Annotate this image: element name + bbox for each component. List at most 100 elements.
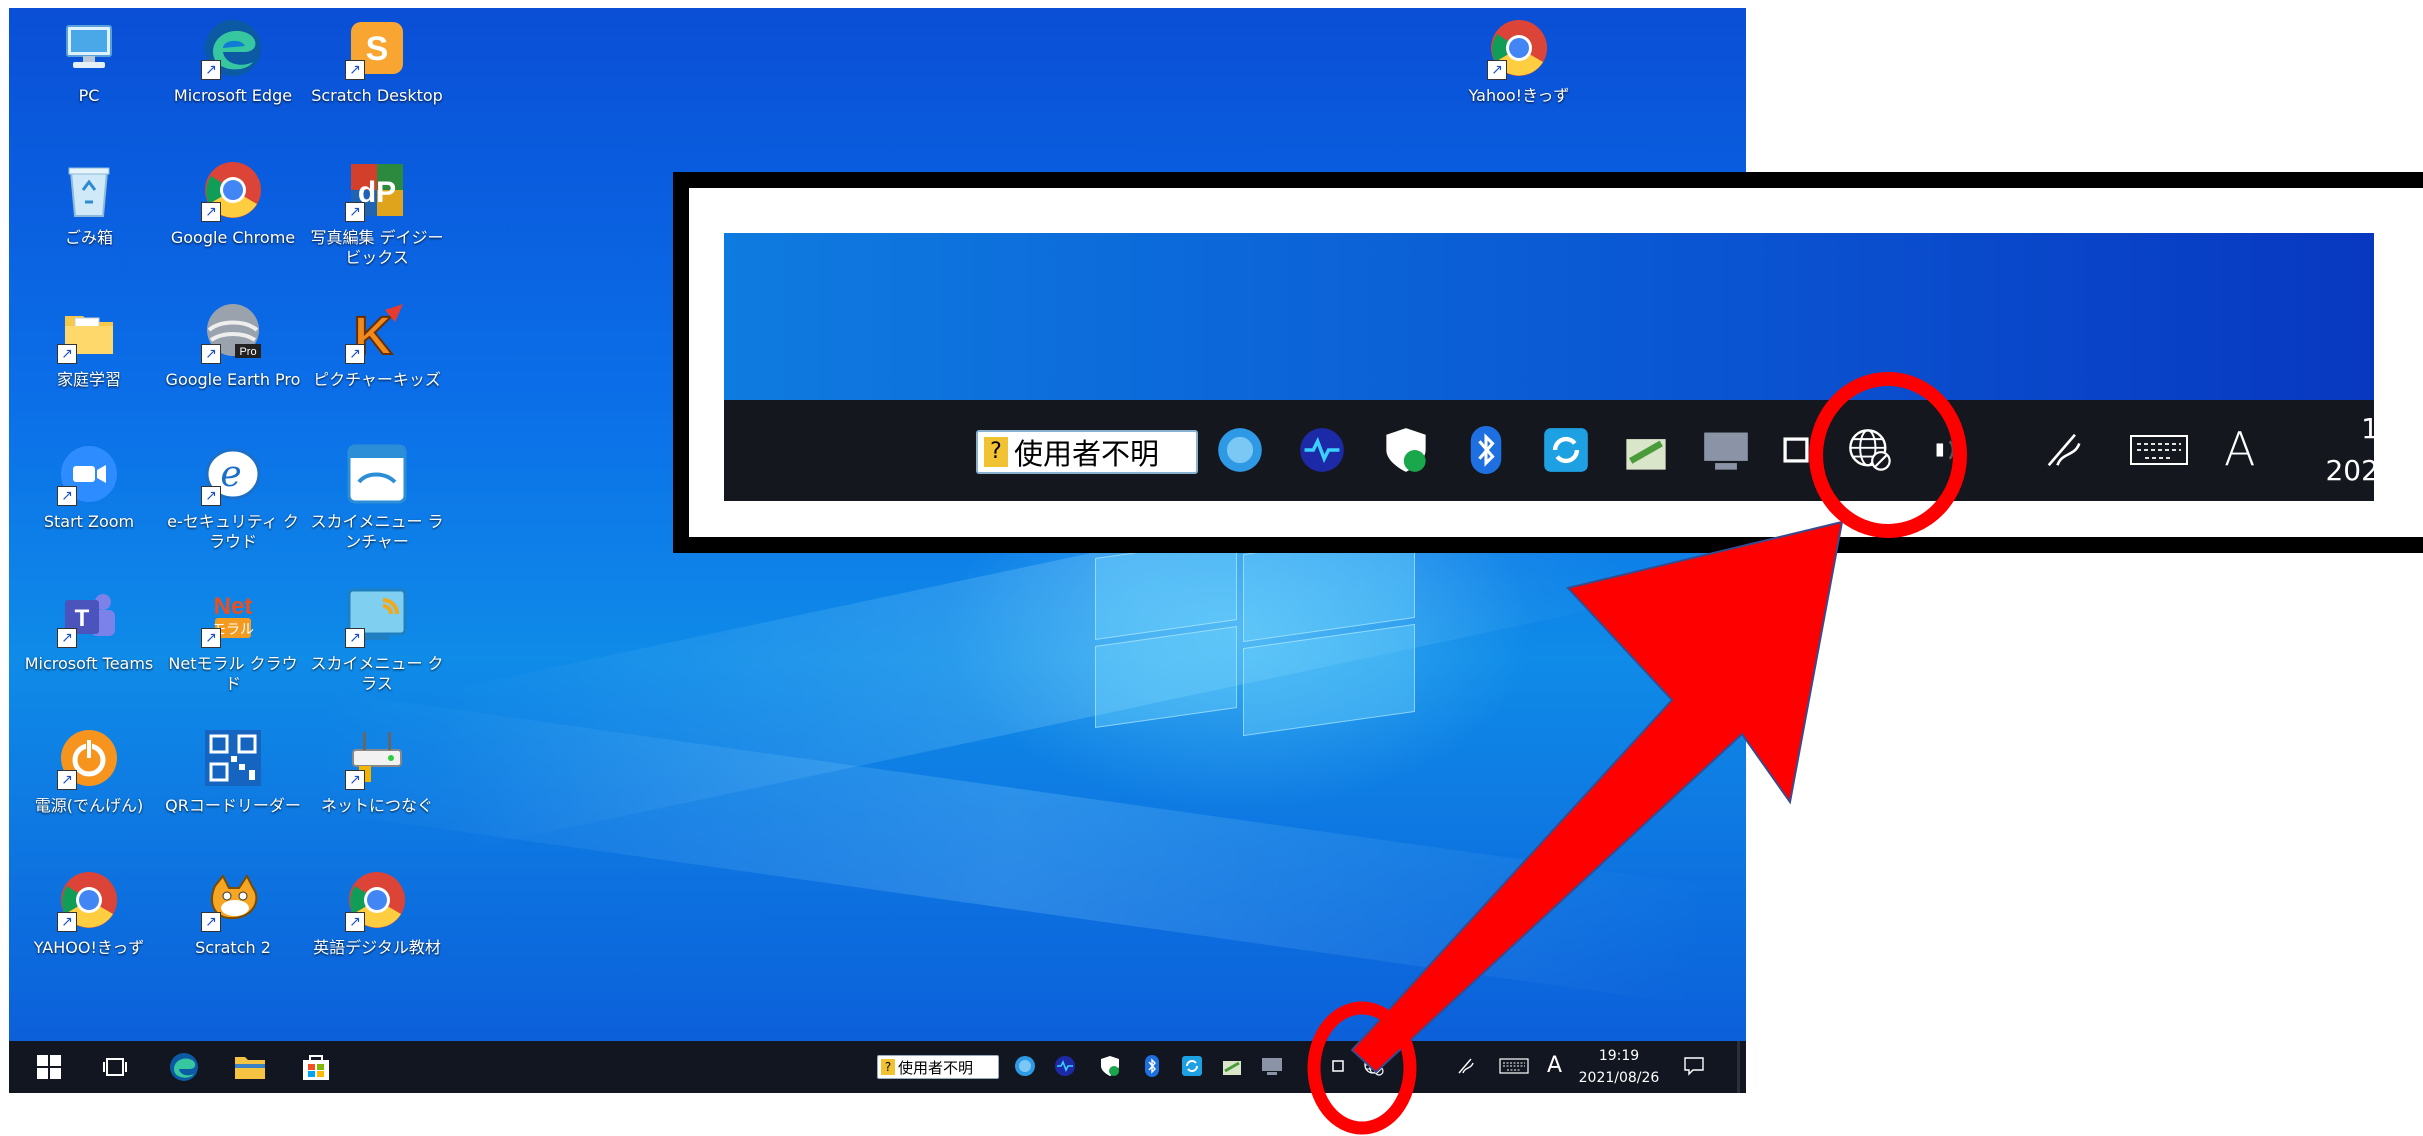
desktop-icon-english-digital[interactable]: ↗ 英語デジタル教材 xyxy=(307,868,447,958)
shortcut-arrow-icon: ↗ xyxy=(57,912,77,932)
network-connect-icon: ↗ xyxy=(345,726,409,790)
start-icon xyxy=(37,1055,61,1079)
ime-status-text: 使用者不明 xyxy=(898,1058,974,1077)
zoom-ime-status[interactable]: ? 使用者不明 xyxy=(976,430,1198,474)
desktop-icon-teams[interactable]: T ↗ Microsoft Teams xyxy=(19,584,159,674)
desktop-icon-skymenu-class[interactable]: ↗ スカイメニュー クラス xyxy=(307,584,447,694)
zoom-input-mode-indicator: A xyxy=(2224,422,2256,476)
zoom-touch-keyboard-icon xyxy=(2129,426,2189,474)
clock-time: 19:19 xyxy=(1598,1048,1640,1064)
pen-icon[interactable] xyxy=(1455,1055,1477,1077)
notification-icon[interactable] xyxy=(1683,1055,1705,1077)
tray-storage-icon[interactable] xyxy=(1221,1055,1243,1077)
tray-white-square-icon[interactable] xyxy=(1327,1055,1349,1077)
svg-text:S: S xyxy=(366,30,389,68)
shortcut-arrow-icon: ↗ xyxy=(345,912,365,932)
pc-icon xyxy=(57,16,121,80)
chrome-icon: ↗ xyxy=(57,868,121,932)
google-earth-icon: Pro ↗ xyxy=(201,300,265,364)
desktop-icon-label: Microsoft Edge xyxy=(173,86,293,105)
zoom-tray-bluetooth-icon xyxy=(1462,426,1510,474)
desktop-icon-recycle-bin[interactable]: ごみ箱 xyxy=(19,158,159,248)
desktop-icon-yahoo-kids[interactable]: ↗ YAHOO!きっず xyxy=(19,868,159,958)
taskbar-edge-button[interactable] xyxy=(159,1041,209,1093)
skymenu-launcher-icon xyxy=(345,442,409,506)
desktop-icon-edge[interactable]: ↗ Microsoft Edge xyxy=(163,16,303,106)
desktop-icon-network-connect[interactable]: ↗ ネットにつなぐ xyxy=(307,726,447,816)
tray-display-icon[interactable] xyxy=(1261,1055,1283,1077)
volume-icon[interactable] xyxy=(1401,1055,1423,1077)
desktop-icon-photo-editor[interactable]: dP ↗ 写真編集 デイジービックス xyxy=(307,158,447,268)
desktop-icon-net-moral[interactable]: Net モラル ↗ Netモラル クラウド xyxy=(163,584,303,694)
zoom-callout: ? 使用者不明 A 19:1 2021/0 xyxy=(673,172,2423,553)
skymenu-class-icon: ↗ xyxy=(345,584,409,648)
svg-text:Net: Net xyxy=(214,593,253,620)
zoom-tray-sync-icon xyxy=(1542,426,1590,474)
desktop-icon-label: 英語デジタル教材 xyxy=(313,938,441,957)
recycle-bin-icon xyxy=(57,158,121,222)
desktop-icon-label: スカイメニュー ランチャー xyxy=(310,512,444,551)
desktop-icon-yahoo-kids-top[interactable]: ↗ Yahoo!きっず xyxy=(1449,16,1589,106)
folder-icon: ↗ xyxy=(57,300,121,364)
desktop-icon-pc[interactable]: PC xyxy=(19,16,159,106)
network-globe-icon[interactable] xyxy=(1363,1055,1385,1077)
qr-reader-icon xyxy=(201,726,265,790)
zoom-ime-status-text: 使用者不明 xyxy=(1014,437,1160,471)
input-mode-indicator[interactable]: A xyxy=(1547,1053,1562,1078)
desktop-icon-home-study[interactable]: ↗ 家庭学習 xyxy=(19,300,159,390)
shortcut-arrow-icon: ↗ xyxy=(201,486,221,506)
chrome-icon: ↗ xyxy=(1487,16,1551,80)
desktop-icon-label: Scratch 2 xyxy=(195,938,271,957)
zoom-icon: ↗ xyxy=(57,442,121,506)
start-button[interactable] xyxy=(27,1041,71,1093)
desktop-icon-picture-kids[interactable]: K ↗ ピクチャーキッズ xyxy=(307,300,447,390)
desktop-icon-label: ピクチャーキッズ xyxy=(313,370,441,389)
desktop-icon-label: ごみ箱 xyxy=(64,228,113,247)
e-security-icon: e ↗ xyxy=(201,442,265,506)
zoom-pen-icon xyxy=(2040,426,2088,474)
desktop-icon-power[interactable]: ↗ 電源(でんげん) xyxy=(19,726,159,816)
tray-bluetooth-icon[interactable] xyxy=(1141,1055,1163,1077)
ime-status[interactable]: ? 使用者不明 xyxy=(877,1055,999,1079)
desktop-icon-start-zoom[interactable]: ↗ Start Zoom xyxy=(19,442,159,532)
desktop-icon-google-earth[interactable]: Pro ↗ Google Earth Pro xyxy=(163,300,303,390)
wallpaper-windows-logo xyxy=(1095,529,1415,737)
shortcut-arrow-icon: ↗ xyxy=(57,770,77,790)
zoom-network-globe-icon xyxy=(1846,426,1894,474)
desktop-icon-label: Yahoo!きっず xyxy=(1468,86,1570,105)
desktop-icon-qr-reader[interactable]: QRコードリーダー xyxy=(163,726,303,816)
zoom-tray-display-icon xyxy=(1702,426,1750,474)
desktop-icon-label: Scratch Desktop xyxy=(311,86,443,105)
zoom-tray-white-square-icon xyxy=(1772,426,1820,474)
chrome-icon: ↗ xyxy=(345,868,409,932)
show-desktop-edge[interactable] xyxy=(1737,1041,1740,1093)
desktop-icon-scratch-2[interactable]: ↗ Scratch 2 xyxy=(163,868,303,958)
taskbar-file-explorer-button[interactable] xyxy=(225,1041,275,1093)
desktop-icon-label: ネットにつなぐ xyxy=(320,796,433,815)
taskbar: ? 使用者不明 A 19:19 2021/08/26 xyxy=(9,1041,1746,1093)
shortcut-arrow-icon: ↗ xyxy=(345,60,365,80)
desktop-icon-google-chrome[interactable]: ↗ Google Chrome xyxy=(163,158,303,248)
tray-audio-wave-icon[interactable] xyxy=(1054,1055,1076,1077)
power-icon: ↗ xyxy=(57,726,121,790)
task-view-icon xyxy=(103,1058,127,1076)
task-view-button[interactable] xyxy=(93,1041,137,1093)
desktop-icon-scratch-desktop[interactable]: S ↗ Scratch Desktop xyxy=(307,16,447,106)
desktop-icon-label: スカイメニュー クラス xyxy=(310,654,444,693)
shortcut-arrow-icon: ↗ xyxy=(201,60,221,80)
photo-editor-icon: dP ↗ xyxy=(345,158,409,222)
desktop-icon-skymenu-launcher[interactable]: スカイメニュー ランチャー xyxy=(307,442,447,552)
tray-sync-icon[interactable] xyxy=(1181,1055,1203,1077)
edge-icon xyxy=(170,1053,198,1081)
touch-keyboard-icon[interactable] xyxy=(1499,1055,1529,1077)
shortcut-arrow-icon: ↗ xyxy=(345,628,365,648)
tray-security-shield-icon[interactable] xyxy=(1099,1055,1121,1077)
tray-globe-app-icon[interactable] xyxy=(1014,1055,1036,1077)
desktop-icon-e-security[interactable]: e ↗ e-セキュリティ クラウド xyxy=(163,442,303,552)
svg-text:e: e xyxy=(220,454,241,495)
clock[interactable]: 19:19 2021/08/26 xyxy=(1574,1045,1664,1089)
taskbar-store-button[interactable] xyxy=(291,1041,341,1093)
shortcut-arrow-icon: ↗ xyxy=(201,344,221,364)
shortcut-arrow-icon: ↗ xyxy=(57,486,77,506)
zoom-tray-security-shield-icon xyxy=(1382,426,1430,474)
